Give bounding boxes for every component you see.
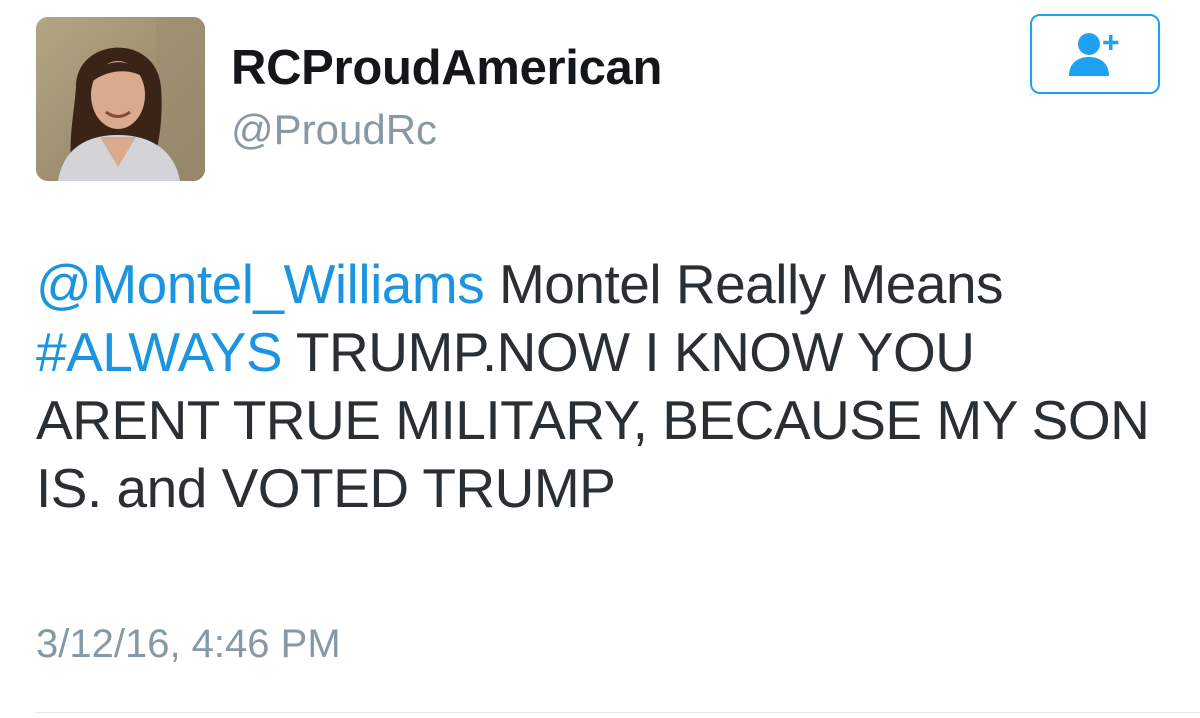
follow-button[interactable] bbox=[1030, 14, 1160, 94]
tweet-timestamp[interactable]: 3/12/16, 4:46 PM bbox=[36, 622, 341, 667]
avatar-photo bbox=[36, 17, 205, 181]
hashtag-link[interactable]: #ALWAYS bbox=[36, 321, 283, 383]
tweet-text: @Montel_Williams Montel Really Means #AL… bbox=[36, 250, 1166, 522]
divider bbox=[36, 712, 1200, 713]
add-user-icon bbox=[1069, 33, 1119, 76]
avatar[interactable] bbox=[36, 17, 205, 181]
tweet-text-segment: Montel Really Means bbox=[484, 253, 1004, 315]
display-name[interactable]: RCProudAmerican bbox=[231, 40, 662, 96]
tweet-card: RCProudAmerican @ProudRc @Montel_William… bbox=[0, 0, 1200, 718]
mention-link[interactable]: @Montel_Williams bbox=[36, 253, 485, 315]
user-handle[interactable]: @ProudRc bbox=[231, 106, 437, 154]
